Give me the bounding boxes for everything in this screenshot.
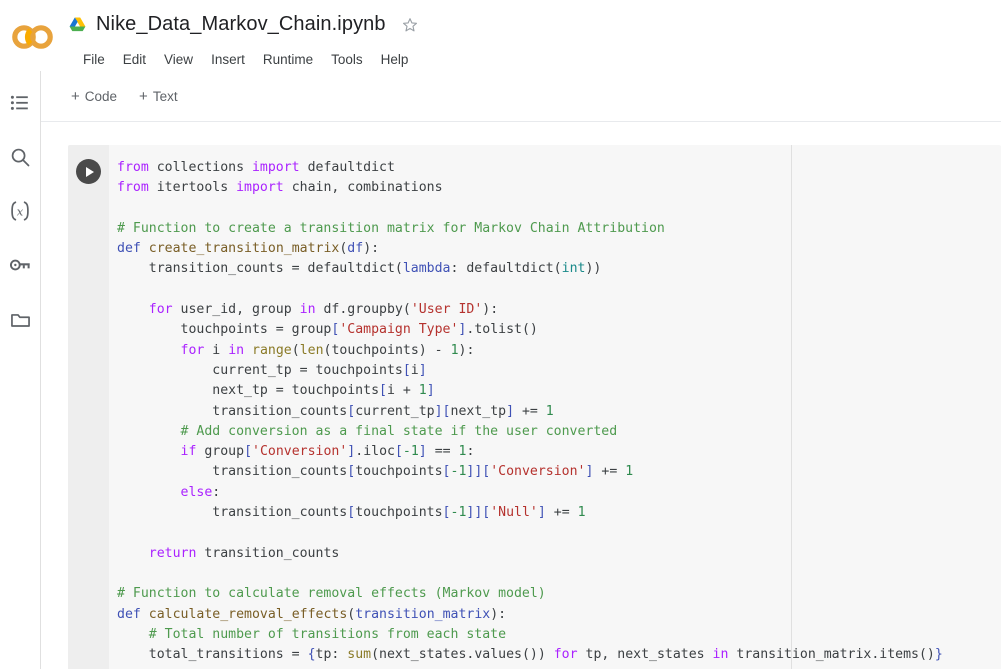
menu-item-insert[interactable]: Insert bbox=[202, 50, 254, 69]
key-icon bbox=[9, 255, 32, 275]
colab-app: Nike_Data_Markov_Chain.ipynb File Edit V… bbox=[0, 0, 1001, 669]
notebook-scroll-area[interactable]: from collections import defaultdict from… bbox=[41, 122, 1001, 669]
code-content[interactable]: from collections import defaultdict from… bbox=[117, 158, 1001, 665]
menu-item-help[interactable]: Help bbox=[372, 50, 418, 69]
code-cell[interactable]: from collections import defaultdict from… bbox=[68, 145, 1001, 669]
sidebar-item-search[interactable] bbox=[0, 133, 40, 181]
cell-editor[interactable]: from collections import defaultdict from… bbox=[109, 145, 1001, 669]
plus-icon: + bbox=[139, 87, 148, 105]
colab-logo[interactable] bbox=[10, 22, 56, 52]
menu-item-tools[interactable]: Tools bbox=[322, 50, 372, 69]
add-text-cell-button[interactable]: + Text bbox=[131, 85, 186, 108]
menu-item-edit[interactable]: Edit bbox=[114, 50, 155, 69]
left-icon-rail: x bbox=[0, 71, 41, 669]
notebook-title-row: Nike_Data_Markov_Chain.ipynb bbox=[68, 13, 419, 36]
search-icon bbox=[10, 147, 31, 168]
variables-icon: x bbox=[8, 200, 32, 222]
add-text-label: Text bbox=[152, 88, 178, 104]
menu-item-file[interactable]: File bbox=[74, 50, 114, 69]
menu-item-view[interactable]: View bbox=[155, 50, 202, 69]
star-icon[interactable] bbox=[395, 16, 419, 34]
cell-gutter bbox=[68, 145, 109, 669]
plus-icon: + bbox=[71, 87, 80, 105]
page-title: Nike_Data_Markov_Chain.ipynb bbox=[96, 13, 386, 35]
add-code-cell-button[interactable]: + Code bbox=[63, 85, 125, 108]
menu-bar: File Edit View Insert Runtime Tools Help bbox=[74, 50, 417, 69]
app-header: Nike_Data_Markov_Chain.ipynb File Edit V… bbox=[0, 0, 1001, 71]
svg-text:x: x bbox=[17, 204, 24, 218]
run-cell-button[interactable] bbox=[76, 159, 101, 184]
play-icon bbox=[85, 166, 94, 177]
sidebar-item-variables[interactable]: x bbox=[0, 187, 40, 235]
folder-icon bbox=[10, 310, 31, 329]
notebook-toolbar: + Code + Text bbox=[41, 71, 1001, 122]
sidebar-item-toc[interactable] bbox=[0, 79, 40, 127]
drive-icon bbox=[68, 16, 87, 34]
sidebar-item-files[interactable] bbox=[0, 295, 40, 343]
add-code-label: Code bbox=[84, 88, 118, 104]
menu-item-runtime[interactable]: Runtime bbox=[254, 50, 322, 69]
sidebar-item-secrets[interactable] bbox=[0, 241, 40, 289]
table-of-contents-icon bbox=[10, 93, 30, 113]
